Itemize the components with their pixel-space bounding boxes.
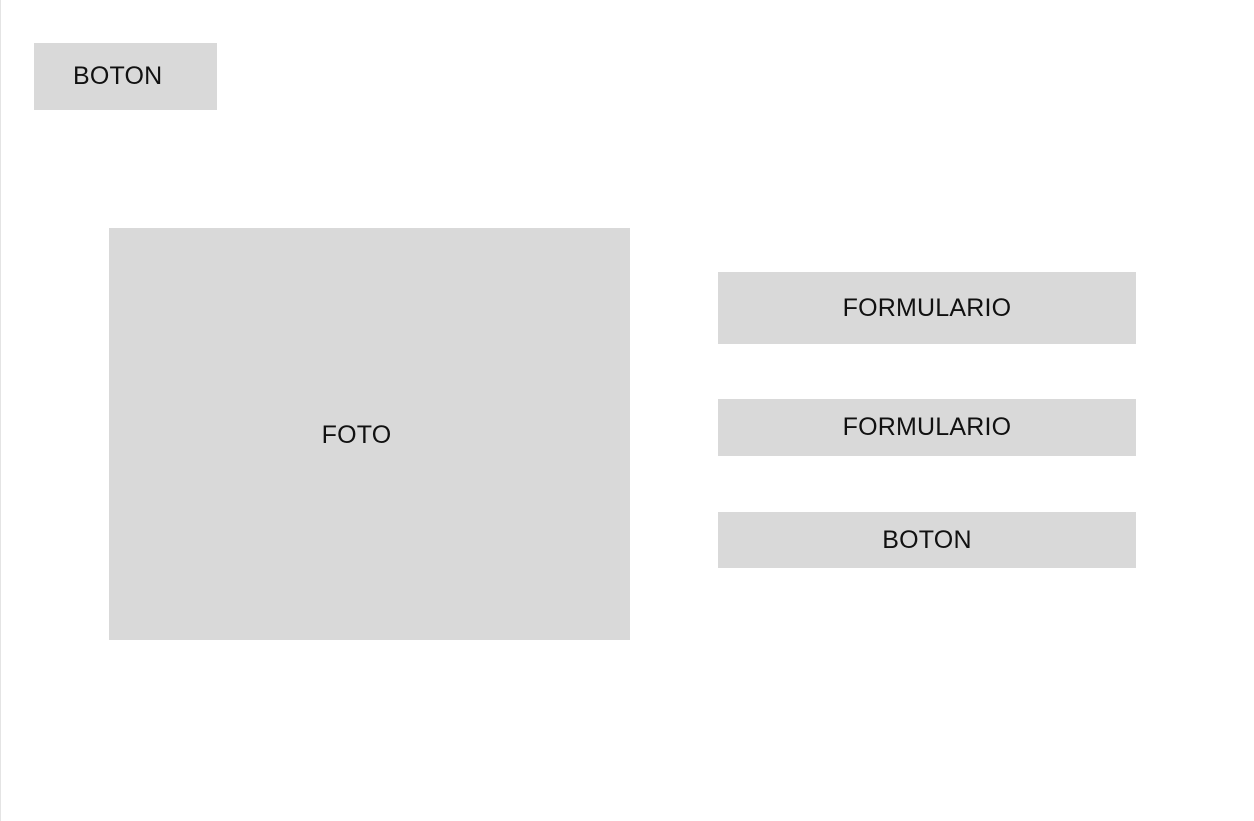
top-button-label: BOTON [73,62,163,90]
form-field-1-label: FORMULARIO [842,293,1012,322]
photo-placeholder: FOTO [109,228,630,640]
top-button[interactable]: BOTON [34,43,217,110]
form-field-2[interactable]: FORMULARIO [718,399,1136,456]
frame-edge [0,0,1,821]
photo-label: FOTO [321,420,392,449]
form-field-1[interactable]: FORMULARIO [718,272,1136,344]
form-field-2-label: FORMULARIO [842,413,1012,441]
submit-button-label: BOTON [882,525,972,554]
submit-button[interactable]: BOTON [718,512,1136,568]
